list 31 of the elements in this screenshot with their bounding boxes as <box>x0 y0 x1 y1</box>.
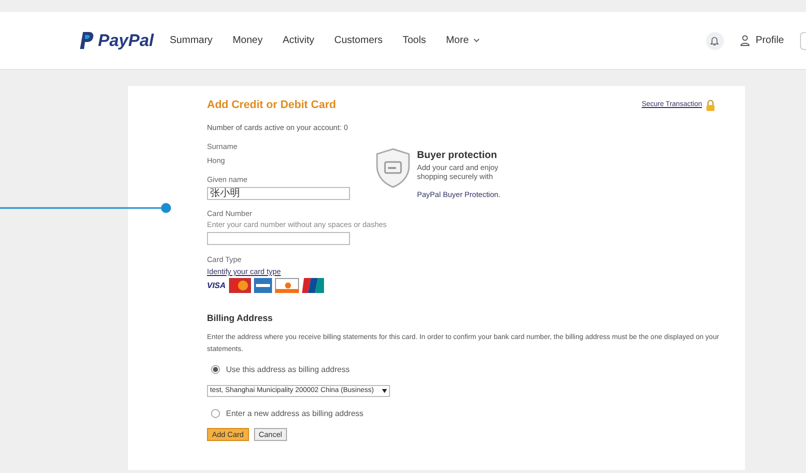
amex-logo-icon <box>254 278 272 294</box>
billing-address-title: Billing Address <box>207 312 274 326</box>
nav-link[interactable]: Money <box>232 33 263 48</box>
nav-box <box>800 32 806 50</box>
radio-label: Use this address as billing address <box>226 364 350 376</box>
paypal-logo: PayPal <box>98 30 154 52</box>
mastercard-logo-icon <box>228 278 251 294</box>
card-number-field[interactable] <box>207 232 350 245</box>
nav-link[interactable]: More <box>446 33 480 48</box>
shield-card-icon <box>375 148 411 188</box>
nav-link[interactable]: Activity <box>282 33 314 48</box>
form-title: Add Credit or Debit Card <box>207 98 336 113</box>
discover-logo-icon <box>274 278 299 294</box>
padlock-icon <box>706 100 715 111</box>
profile-button[interactable]: Profile <box>740 33 784 48</box>
visa-logo: VISA <box>207 280 226 292</box>
nav-link[interactable]: Summary <box>170 33 213 48</box>
dropdown-arrow-icon <box>382 389 387 393</box>
notification-bell-button[interactable] <box>706 32 724 50</box>
nav-link[interactable]: Customers <box>334 33 383 48</box>
nav-link[interactable]: Tools <box>402 33 426 48</box>
bell-icon <box>710 36 720 46</box>
radio-button[interactable] <box>211 409 220 418</box>
unionpay-logo-icon <box>302 278 324 294</box>
person-icon <box>740 35 750 46</box>
buyer-protection-title: Buyer protection <box>417 148 498 162</box>
radio-label: Enter a new address as billing address <box>226 408 364 420</box>
paypal-logo-icon <box>80 32 94 49</box>
given-name-field[interactable]: 张小明 <box>207 186 350 200</box>
radio-button[interactable] <box>211 365 220 374</box>
chevron-down-icon <box>472 38 480 43</box>
